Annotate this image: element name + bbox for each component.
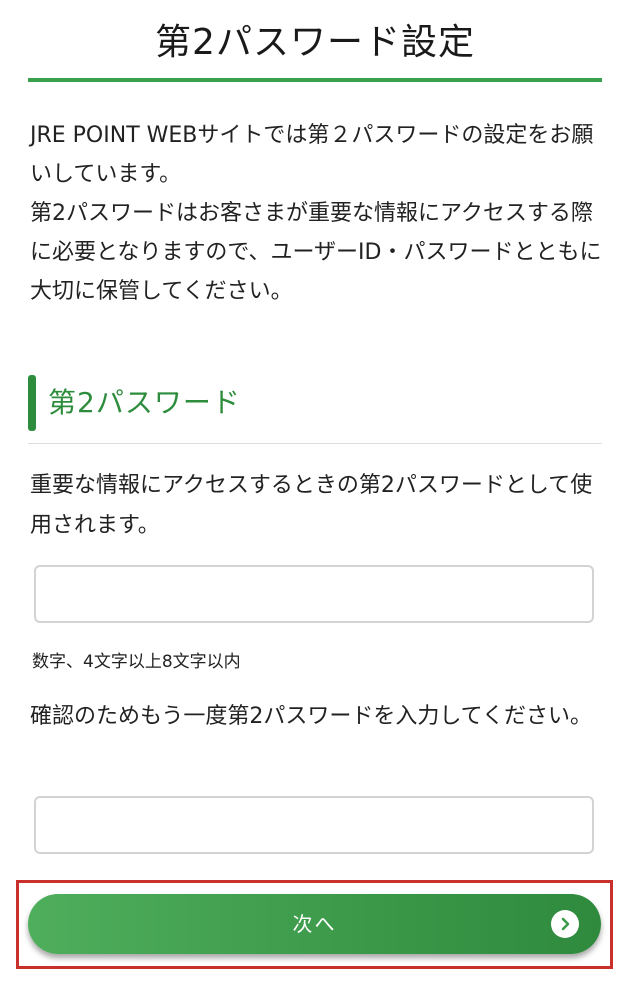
next-button[interactable]: 次へ	[28, 894, 601, 954]
confirm-description: 確認のためもう一度第2パスワードを入力してください。	[30, 704, 593, 729]
intro-paragraph-2: 第2パスワードはお客さまが重要な情報にアクセスする際に必要となりますので、ユーザ…	[30, 201, 602, 304]
section-header: 第2パスワード	[28, 375, 602, 431]
section-divider	[28, 443, 602, 444]
password-hint: 数字、4文字以上8文字以内	[32, 652, 241, 672]
section-title: 第2パスワード	[48, 386, 241, 419]
section-accent-bar	[28, 375, 36, 431]
page-title: 第2パスワード設定	[155, 22, 475, 63]
next-button-label: 次へ	[292, 912, 337, 936]
confirm-password-input[interactable]	[34, 796, 594, 854]
chevron-right-icon	[551, 910, 579, 938]
second-password-input[interactable]	[34, 565, 594, 623]
title-divider	[28, 78, 602, 82]
intro-paragraph-1: JRE POINT WEBサイトでは第２パスワードの設定をお願いしています。	[30, 123, 594, 187]
intro-text: JRE POINT WEBサイトでは第２パスワードの設定をお願いしています。 第…	[30, 116, 605, 311]
password-description: 重要な情報にアクセスするときの第2パスワードとして使用されます。	[30, 473, 593, 538]
